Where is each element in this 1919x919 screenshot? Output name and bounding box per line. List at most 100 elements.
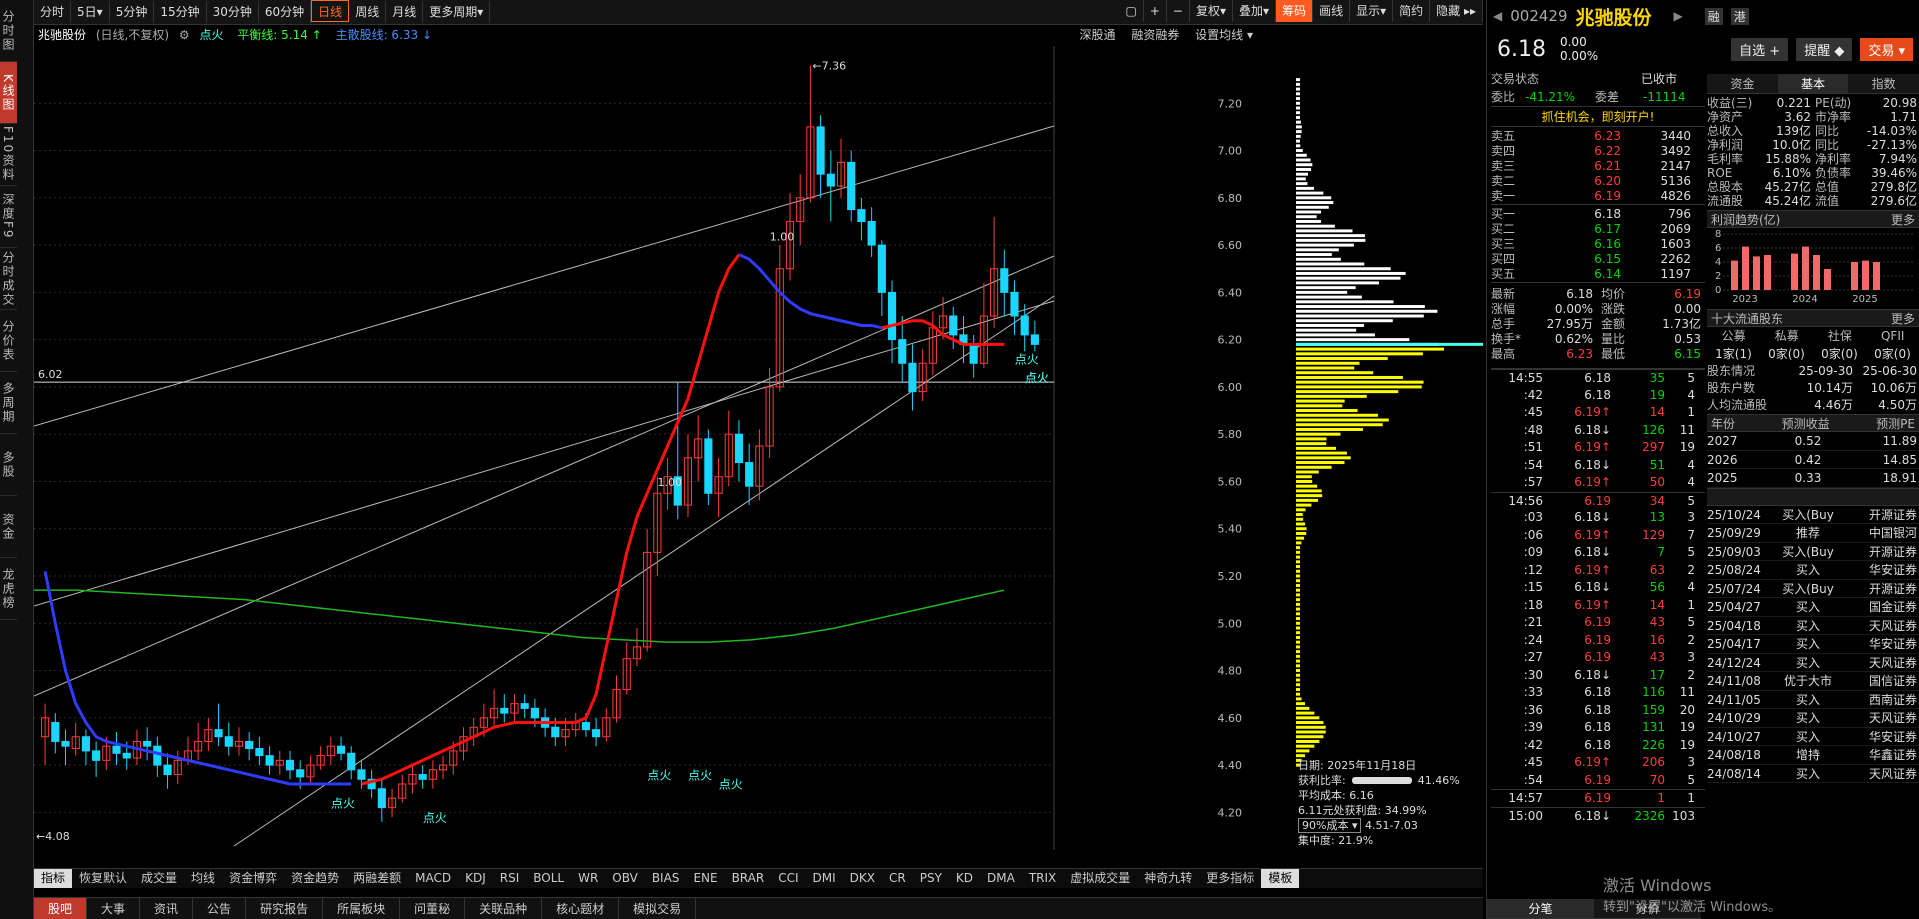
news-tab-0[interactable]: 股吧 <box>34 898 88 919</box>
period-button-0[interactable]: 分时 <box>34 1 72 23</box>
nav-item-6[interactable]: 多周期 <box>0 372 17 434</box>
indicator-tab-26[interactable]: 更多指标 <box>1199 869 1261 888</box>
forecast-col: 预测收益 <box>1781 417 1830 431</box>
period-button-9[interactable]: 更多周期▾ <box>423 1 491 23</box>
tick-price: 6.19 <box>1584 615 1611 629</box>
promo-banner[interactable]: 抓住机会，即刻开户! <box>1491 107 1705 127</box>
prev-stock-icon[interactable]: ◀ <box>1493 9 1502 23</box>
add-watchlist-button[interactable]: 自选 + <box>1731 38 1789 61</box>
tool-button-8[interactable]: 简约 <box>1393 0 1431 22</box>
indicator-tab-15[interactable]: BRAR <box>725 869 772 888</box>
indicator-tab-20[interactable]: PSY <box>913 869 949 888</box>
news-tab-5[interactable]: 所属板块 <box>323 898 401 919</box>
shengutong-link[interactable]: 深股通 <box>1079 28 1115 42</box>
candle-body <box>847 161 856 211</box>
tool-button-6[interactable]: 画线 <box>1313 0 1351 22</box>
nav-item-3[interactable]: 深度F9 <box>0 186 17 248</box>
nav-item-2[interactable]: F10资料 <box>0 124 17 186</box>
period-button-8[interactable]: 月线 <box>386 1 424 23</box>
indicator-tab-7[interactable]: MACD <box>408 869 458 888</box>
nav-item-0[interactable]: 分时图 <box>0 0 17 62</box>
chip-bar <box>1296 144 1301 148</box>
indicator-tab-5[interactable]: 资金趋势 <box>284 869 346 888</box>
tool-button-3[interactable]: 复权▾ <box>1190 0 1234 22</box>
indicator-tab-0[interactable]: 指标 <box>34 869 73 888</box>
tool-button-1[interactable]: + <box>1144 0 1167 22</box>
indicator-tab-4[interactable]: 资金博弈 <box>222 869 284 888</box>
news-tab-3[interactable]: 公告 <box>193 898 247 919</box>
news-tab-2[interactable]: 资讯 <box>140 898 194 919</box>
stat-label: 量比 <box>1601 332 1626 346</box>
news-tab-9[interactable]: 模拟交易 <box>619 898 697 919</box>
tick-row: :27 6.19 43 3 <box>1491 649 1705 667</box>
y-tick-label: 5.40 <box>1218 523 1243 536</box>
period-button-4[interactable]: 30分钟 <box>207 1 259 23</box>
watermark-line2: 转到"设置"以激活 Windows。 <box>1603 900 1782 915</box>
tick-tab-0[interactable]: 分笔 <box>1487 899 1594 918</box>
indicator-tab-23[interactable]: TRIX <box>1022 869 1063 888</box>
news-tab-1[interactable]: 大事 <box>87 898 141 919</box>
nav-item-5[interactable]: 分价表 <box>0 310 17 372</box>
period-button-2[interactable]: 5分钟 <box>110 1 155 23</box>
indicator-tab-13[interactable]: BIAS <box>645 869 687 888</box>
fin-tab-1[interactable]: 基本 <box>1777 74 1849 93</box>
nav-item-1[interactable]: K线图 <box>0 62 17 124</box>
period-button-5[interactable]: 60分钟 <box>259 1 312 23</box>
period-button-3[interactable]: 15分钟 <box>154 1 207 23</box>
period-button-7[interactable]: 周线 <box>349 1 387 23</box>
indicator-tab-10[interactable]: BOLL <box>526 869 571 888</box>
fin-tab-2[interactable]: 指数 <box>1848 74 1919 93</box>
kline-chart[interactable]: 7.20 7.00 6.80 6.60 6.40 6.20 6.00 5.80 5.60 5.40… <box>34 46 1244 850</box>
period-button-6[interactable]: 日线 <box>311 0 350 22</box>
indicator-tab-1[interactable]: 恢复默认 <box>72 869 134 888</box>
indicator-tab-24[interactable]: 虚拟成交量 <box>1063 869 1137 888</box>
indicator-tab-2[interactable]: 成交量 <box>134 869 184 888</box>
gear-icon[interactable]: ⚙ <box>179 28 190 42</box>
indicator-tab-9[interactable]: RSI <box>493 869 527 888</box>
indicator-tab-16[interactable]: CCI <box>771 869 805 888</box>
chip-bar <box>1296 423 1383 427</box>
holders-more-link[interactable]: 更多 <box>1891 310 1915 326</box>
chip-bar <box>1296 290 1348 294</box>
forecast-cell: 0.52 <box>1794 434 1822 448</box>
indicator-tab-22[interactable]: DMA <box>980 869 1022 888</box>
indicator-tab-18[interactable]: DKX <box>843 869 882 888</box>
alert-button[interactable]: 提醒 ◆ <box>1796 38 1853 61</box>
nav-item-8[interactable]: 资金 <box>0 496 17 558</box>
indicator-tab-12[interactable]: OBV <box>605 869 645 888</box>
rzrq-link[interactable]: 融资融券 <box>1131 28 1179 42</box>
indicator-tab-11[interactable]: WR <box>571 869 605 888</box>
tool-button-0[interactable]: ▢ <box>1120 0 1144 22</box>
indicator-tab-21[interactable]: KD <box>949 869 980 888</box>
nav-item-9[interactable]: 龙虎榜 <box>0 558 17 620</box>
news-tab-8[interactable]: 核心题材 <box>542 898 620 919</box>
indicator-tab-25[interactable]: 神奇九转 <box>1137 869 1199 888</box>
trade-button[interactable]: 交易 ▾ <box>1860 38 1913 61</box>
indicator-tab-14[interactable]: ENE <box>686 869 724 888</box>
indicator-tab-17[interactable]: DMI <box>806 869 843 888</box>
news-tab-6[interactable]: 问董秘 <box>400 898 466 919</box>
indicator-tab-3[interactable]: 均线 <box>184 869 222 888</box>
indicator-tab-6[interactable]: 两融差额 <box>346 869 408 888</box>
chip-cost-select[interactable]: 90%成本 ▾ <box>1298 818 1362 833</box>
news-tab-4[interactable]: 研究报告 <box>246 898 324 919</box>
nav-item-4[interactable]: 分时成交 <box>0 248 17 310</box>
indicator-tab-27[interactable]: 模板 <box>1261 869 1300 888</box>
indicator-tab-8[interactable]: KDJ <box>458 869 493 888</box>
stat-label: 最新 <box>1491 287 1516 301</box>
candle-body <box>887 291 897 341</box>
ma-settings-button[interactable]: 设置均线 ▾ <box>1195 28 1253 42</box>
tool-button-9[interactable]: 隐藏 ▸▸ <box>1430 0 1483 22</box>
nav-item-7[interactable]: 多股 <box>0 434 17 496</box>
news-tab-7[interactable]: 关联品种 <box>465 898 543 919</box>
period-button-1[interactable]: 5日▾ <box>71 1 110 23</box>
tool-button-2[interactable]: − <box>1167 0 1190 22</box>
next-stock-icon[interactable]: ▶ <box>1674 9 1683 23</box>
tick-price: 6.18 <box>1584 720 1611 734</box>
indicator-tab-19[interactable]: CR <box>882 869 913 888</box>
fin-tab-0[interactable]: 资金 <box>1707 74 1778 93</box>
tool-button-5[interactable]: 筹码 <box>1276 0 1314 22</box>
tool-button-7[interactable]: 显示▾ <box>1350 0 1394 22</box>
profit-more-link[interactable]: 更多 <box>1891 211 1915 227</box>
tool-button-4[interactable]: 叠加▾ <box>1233 0 1277 22</box>
